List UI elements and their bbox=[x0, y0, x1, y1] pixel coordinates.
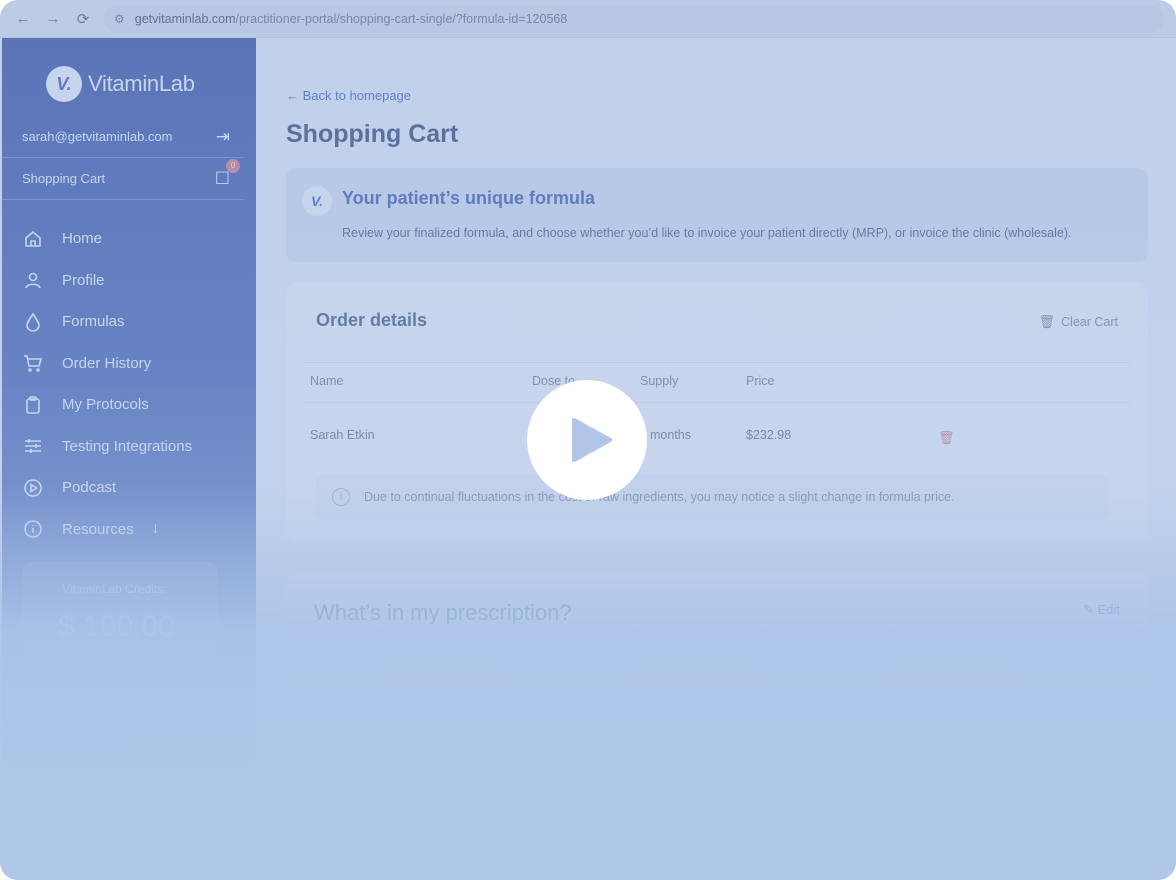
sidebar-item-testing-integrations[interactable]: Testing Integrations bbox=[20, 426, 240, 468]
video-thumbnail: ← → ⟳ ⚙ getvitaminlab.com /practitioner-… bbox=[0, 0, 1176, 880]
cart-count-badge: 0 bbox=[226, 158, 240, 173]
vitaminlab-logo-icon: V. bbox=[302, 186, 332, 216]
drop-icon bbox=[20, 312, 46, 332]
play-button[interactable] bbox=[527, 380, 647, 500]
edit-button[interactable]: ✎ Edit bbox=[1083, 602, 1120, 618]
row-name: Sarah Etkin bbox=[310, 428, 375, 442]
logout-icon[interactable]: ⇥ bbox=[216, 127, 230, 147]
sidebar: V. VitaminLab sarah@getvitaminlab.com ⇥ … bbox=[2, 38, 256, 880]
forward-arrow-icon[interactable]: → bbox=[38, 4, 68, 34]
prescription-title: What’s in my prescription? bbox=[314, 600, 572, 625]
play-circle-icon bbox=[20, 478, 46, 498]
url-path: /practitioner-portal/shopping-cart-singl… bbox=[235, 11, 568, 26]
order-details-title: Order details bbox=[316, 310, 428, 330]
sidebar-item-podcast[interactable]: Podcast bbox=[20, 467, 240, 509]
sidebar-item-label: Order History bbox=[62, 354, 152, 372]
sidebar-item-home[interactable]: Home bbox=[20, 218, 240, 260]
sidebar-item-label: Formulas bbox=[62, 313, 125, 331]
column-header-supply: Supply bbox=[640, 374, 679, 388]
sidebar-item-formulas[interactable]: Formulas bbox=[20, 301, 240, 343]
address-bar[interactable]: ⚙ getvitaminlab.com /practitioner-portal… bbox=[104, 4, 1164, 33]
credits-value: $ 100.00 bbox=[58, 610, 175, 643]
sliders-icon bbox=[20, 436, 46, 456]
sidebar-item-label: Home bbox=[62, 230, 103, 248]
price-notice: i Due to continual fluctuations in the c… bbox=[316, 474, 1108, 520]
delete-item-icon[interactable]: 🗑 bbox=[938, 430, 955, 446]
sidebar-item-label: Testing Integrations bbox=[62, 437, 193, 455]
shopping-bag-icon[interactable]: ☐ 0 bbox=[215, 158, 240, 189]
sidebar-item-label: My Protocols bbox=[62, 396, 149, 414]
sidebar-nav: Home Profile Formulas Order History My P… bbox=[20, 218, 240, 550]
column-header-price: Price bbox=[746, 374, 775, 388]
account-row: sarah@getvitaminlab.com ⇥ bbox=[2, 116, 244, 158]
sidebar-item-label: Podcast bbox=[62, 479, 117, 497]
clear-cart-button[interactable]: 🗑 Clear Cart bbox=[1039, 314, 1118, 330]
url-host: getvitaminlab.com bbox=[134, 11, 236, 26]
play-icon bbox=[572, 418, 612, 462]
prescription-card: What’s in my prescription? ✎ Edit bbox=[286, 572, 1148, 692]
user-icon bbox=[20, 270, 46, 290]
site-settings-icon[interactable]: ⚙ bbox=[114, 12, 125, 26]
back-to-homepage-link[interactable]: ← Back to homepage bbox=[286, 88, 411, 103]
divider bbox=[304, 362, 1130, 363]
page-title: Shopping Cart bbox=[286, 120, 459, 148]
formula-banner: V. Your patient’s unique formula Review … bbox=[286, 168, 1148, 262]
divider bbox=[304, 402, 1130, 403]
banner-title: Your patient’s unique formula bbox=[342, 188, 596, 208]
account-email: sarah@getvitaminlab.com bbox=[22, 129, 173, 144]
banner-text: Review your finalized formula, and choos… bbox=[342, 226, 1072, 240]
credits-panel: VitaminLab Credits: $ 100.00 bbox=[22, 562, 218, 662]
row-price: $232.98 bbox=[746, 428, 792, 442]
sidebar-item-label: Resources bbox=[62, 520, 134, 538]
clear-cart-label: Clear Cart bbox=[1061, 315, 1118, 329]
trash-icon: 🗑 bbox=[1038, 314, 1056, 329]
edit-icon: ✎ bbox=[1083, 602, 1094, 617]
sidebar-item-profile[interactable]: Profile bbox=[20, 260, 240, 302]
sidebar-item-my-protocols[interactable]: My Protocols bbox=[20, 384, 240, 426]
back-arrow-icon[interactable]: ← bbox=[8, 4, 38, 34]
price-notice-text: Due to continual fluctuations in the cos… bbox=[364, 490, 955, 504]
main-content: ← Back to homepage Shopping Cart V. Your… bbox=[256, 38, 1176, 880]
order-details-card: Order details 🗑 Clear Cart Name Dose to … bbox=[286, 282, 1148, 544]
row-supply: months bbox=[650, 428, 691, 442]
arrow-down-icon[interactable]: ↓ bbox=[152, 520, 160, 538]
credits-label: VitaminLab Credits: bbox=[62, 582, 167, 596]
column-header-name: Name bbox=[310, 374, 344, 388]
logo-mark-icon: V. bbox=[46, 66, 82, 102]
cart-row[interactable]: Shopping Cart ☐ 0 bbox=[2, 158, 244, 200]
cart-label: Shopping Cart bbox=[22, 171, 106, 186]
browser-toolbar: ← → ⟳ ⚙ getvitaminlab.com /practitioner-… bbox=[0, 0, 1176, 38]
logo[interactable]: V. VitaminLab bbox=[46, 66, 195, 102]
sidebar-item-order-history[interactable]: Order History bbox=[20, 343, 240, 385]
cart-icon bbox=[20, 353, 46, 373]
edit-label: Edit bbox=[1097, 602, 1120, 617]
sidebar-item-label: Profile bbox=[62, 271, 105, 289]
logo-text: VitaminLab bbox=[88, 71, 195, 96]
info-icon: i bbox=[332, 488, 350, 506]
reload-icon[interactable]: ⟳ bbox=[68, 4, 98, 34]
info-icon bbox=[20, 519, 46, 539]
sidebar-item-resources[interactable]: Resources ↓ bbox=[20, 509, 240, 551]
clipboard-icon bbox=[20, 395, 46, 415]
home-icon bbox=[20, 229, 46, 249]
